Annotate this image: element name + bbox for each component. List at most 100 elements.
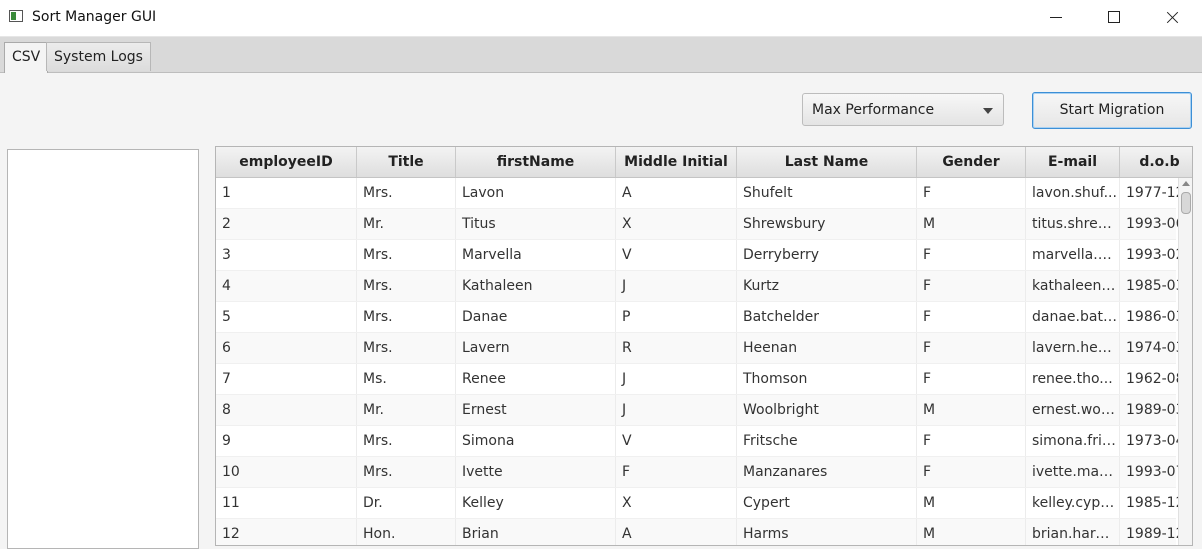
start-migration-button[interactable]: Start Migration xyxy=(1032,92,1192,129)
table-cell: Thomson xyxy=(737,364,917,394)
table-cell: F xyxy=(917,178,1026,208)
table-cell: ivette.man... xyxy=(1026,457,1120,487)
column-header-firstname[interactable]: firstName xyxy=(456,147,616,177)
table-cell: simona.frit... xyxy=(1026,426,1120,456)
performance-select-value: Max Performance xyxy=(812,102,935,118)
table-cell: kelley.cype... xyxy=(1026,488,1120,518)
table-cell: A xyxy=(616,178,737,208)
table-cell: Simona xyxy=(456,426,616,456)
table-cell: ernest.woo... xyxy=(1026,395,1120,425)
vertical-scrollbar[interactable] xyxy=(1178,178,1192,545)
table-cell: lavon.shuf... xyxy=(1026,178,1120,208)
table-cell: F xyxy=(917,426,1026,456)
table-cell: F xyxy=(917,364,1026,394)
table-cell: V xyxy=(616,240,737,270)
column-header-employeeid[interactable]: employeeID xyxy=(216,147,357,177)
window-title: Sort Manager GUI xyxy=(32,9,157,25)
tab-system-logs[interactable]: System Logs xyxy=(46,42,151,71)
column-header-dob[interactable]: d.o.b xyxy=(1120,147,1192,177)
performance-select[interactable]: Max Performance xyxy=(802,93,1004,126)
table-row[interactable]: 5 Mrs. Danae P Batchelder Fdanae.batc... 1986-… xyxy=(216,302,1185,333)
table-cell: Shrewsbury xyxy=(737,209,917,239)
table-cell: F xyxy=(917,271,1026,301)
table-cell: J xyxy=(616,271,737,301)
column-header-gender[interactable]: Gender xyxy=(917,147,1026,177)
table-cell: F xyxy=(917,333,1026,363)
table-row[interactable]: 10 Mrs. Ivette F Manzanares Fivette.man... 199… xyxy=(216,457,1185,488)
table-cell: M xyxy=(917,488,1026,518)
table-cell: Mrs. xyxy=(357,457,456,487)
table-cell: X xyxy=(616,488,737,518)
maximize-button[interactable] xyxy=(1085,0,1143,36)
table-row[interactable]: 8 Mr. Ernest J Woolbright Mernest.woo... 1989-… xyxy=(216,395,1185,426)
column-header-last-name[interactable]: Last Name xyxy=(737,147,917,177)
table-cell: 5 xyxy=(216,302,357,332)
table-cell: Titus xyxy=(456,209,616,239)
table-header: employeeID Title firstName Middle Initia… xyxy=(216,147,1192,178)
table-row[interactable]: 6 Mrs. Lavern R Heenan Flavern.hee... 1974-03 xyxy=(216,333,1185,364)
table-cell: F xyxy=(917,457,1026,487)
table-cell: V xyxy=(616,426,737,456)
table-cell: Ms. xyxy=(357,364,456,394)
table-cell: Fritsche xyxy=(737,426,917,456)
table-cell: Heenan xyxy=(737,333,917,363)
table-row[interactable]: 7 Ms. Renee J Thomson Frenee.tho... 1962-08 xyxy=(216,364,1185,395)
employee-table[interactable]: employeeID Title firstName Middle Initia… xyxy=(215,146,1193,546)
table-cell: 1 xyxy=(216,178,357,208)
left-list-view[interactable] xyxy=(7,149,199,549)
column-header-title[interactable]: Title xyxy=(357,147,456,177)
table-cell: kathaleen.... xyxy=(1026,271,1120,301)
title-bar: Sort Manager GUI xyxy=(0,0,1202,37)
table-cell: Mrs. xyxy=(357,178,456,208)
table-cell: 7 xyxy=(216,364,357,394)
table-cell: Dr. xyxy=(357,488,456,518)
table-cell: Mrs. xyxy=(357,302,456,332)
table-cell: M xyxy=(917,395,1026,425)
table-cell: Cypert xyxy=(737,488,917,518)
table-cell: Ernest xyxy=(456,395,616,425)
table-cell: M xyxy=(917,209,1026,239)
table-row[interactable]: 9 Mrs. Simona V Fritsche Fsimona.frit... 1973-… xyxy=(216,426,1185,457)
column-header-email[interactable]: E-mail xyxy=(1026,147,1120,177)
table-cell: Mrs. xyxy=(357,271,456,301)
table-row[interactable]: 1 Mrs. Lavon A Shufelt Flavon.shuf... 1977-12 xyxy=(216,178,1185,209)
table-cell: Mrs. xyxy=(357,426,456,456)
table-cell: 2 xyxy=(216,209,357,239)
scroll-up-arrow-icon[interactable] xyxy=(1182,181,1190,186)
table-cell: Shufelt xyxy=(737,178,917,208)
table-cell: 10 xyxy=(216,457,357,487)
table-row[interactable]: 4 Mrs. Kathaleen J Kurtz Fkathaleen.... 1985-0… xyxy=(216,271,1185,302)
tab-bar: CSV System Logs xyxy=(0,37,1202,73)
close-button[interactable] xyxy=(1143,0,1201,36)
table-cell: Mr. xyxy=(357,209,456,239)
table-cell: Lavern xyxy=(456,333,616,363)
table-cell: 3 xyxy=(216,240,357,270)
table-cell: danae.batc... xyxy=(1026,302,1120,332)
table-cell: J xyxy=(616,364,737,394)
table-row[interactable]: 11 Dr. Kelley X Cypert Mkelley.cype... 1985-12 xyxy=(216,488,1185,519)
minimize-button[interactable] xyxy=(1027,0,1085,36)
table-cell: Danae xyxy=(456,302,616,332)
table-cell: Derryberry xyxy=(737,240,917,270)
app-icon xyxy=(9,10,23,22)
table-cell: 11 xyxy=(216,488,357,518)
column-header-middle-initial[interactable]: Middle Initial xyxy=(616,147,737,177)
table-cell: Manzanares xyxy=(737,457,917,487)
table-cell: R xyxy=(616,333,737,363)
table-cell: Kathaleen xyxy=(456,271,616,301)
table-cell: titus.shrew... xyxy=(1026,209,1120,239)
scroll-thumb[interactable] xyxy=(1181,192,1191,214)
table-cell: Batchelder xyxy=(737,302,917,332)
tab-csv[interactable]: CSV xyxy=(4,42,49,73)
table-cell: F xyxy=(917,240,1026,270)
table-cell: lavern.hee... xyxy=(1026,333,1120,363)
table-cell: Renee xyxy=(456,364,616,394)
table-cell: Mr. xyxy=(357,395,456,425)
table-row[interactable]: 2 Mr. Titus X Shrewsbury Mtitus.shrew... 1993-… xyxy=(216,209,1185,240)
table-cell: Mrs. xyxy=(357,240,456,270)
table-row[interactable]: 3 Mrs. Marvella V Derryberry Fmarvella.d... 19… xyxy=(216,240,1185,271)
table-cell: Woolbright xyxy=(737,395,917,425)
chevron-down-icon xyxy=(983,108,993,114)
table-cell: Lavon xyxy=(456,178,616,208)
table-cell: Marvella xyxy=(456,240,616,270)
